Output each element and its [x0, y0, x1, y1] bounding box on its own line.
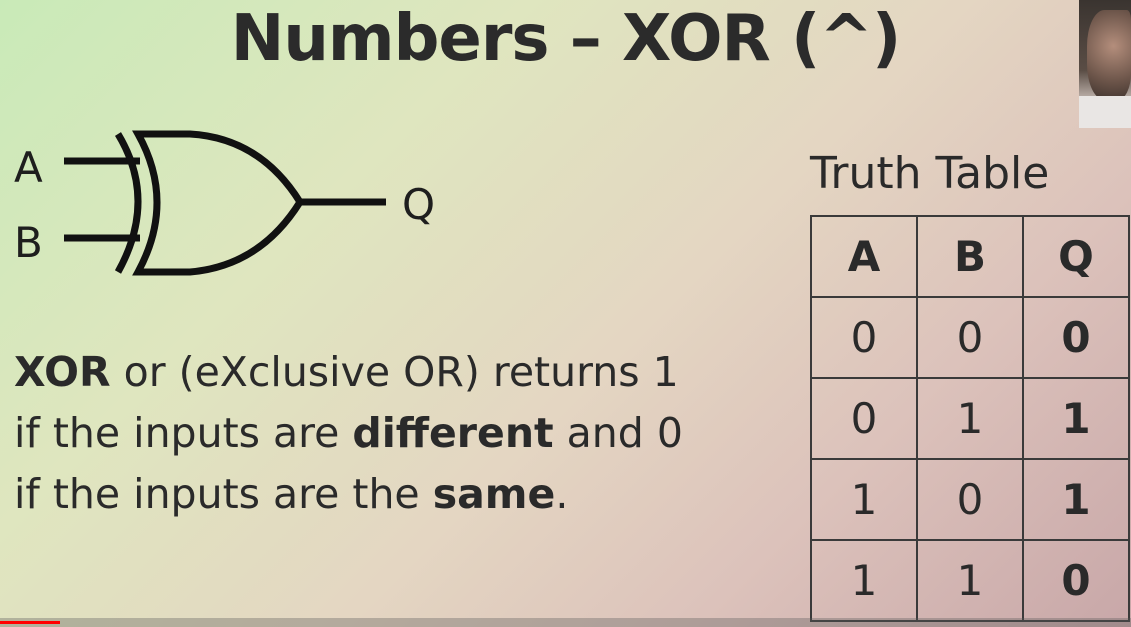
header-q: Q: [1022, 215, 1130, 298]
cell-b: 1: [916, 539, 1024, 622]
description-line-1: XOR or (eXclusive OR) returns 1: [14, 342, 754, 403]
gate-extra-input-curve: [114, 132, 142, 274]
video-progress-played: [0, 621, 60, 624]
truth-table-header-row: A B Q: [810, 215, 1130, 298]
cell-a: 1: [810, 539, 918, 622]
table-row: 1 0 1: [810, 458, 1130, 541]
description-line-3-post: .: [555, 470, 569, 518]
term-xor: XOR: [14, 348, 111, 396]
gate-label-a: A: [14, 143, 43, 192]
video-progress-bar[interactable]: [0, 618, 1131, 627]
description-line-1-text: or (eXclusive OR) returns 1: [110, 348, 679, 396]
presenter-face: [1087, 10, 1131, 100]
table-row: 0 0 0: [810, 296, 1130, 379]
cell-q: 0: [1022, 296, 1130, 379]
cell-b: 1: [916, 377, 1024, 460]
term-different: different: [352, 409, 554, 457]
cell-a: 1: [810, 458, 918, 541]
gate-label-q: Q: [402, 180, 436, 229]
header-a: A: [810, 215, 918, 298]
cell-b: 0: [916, 296, 1024, 379]
cell-a: 0: [810, 377, 918, 460]
table-row: 0 1 1: [810, 377, 1130, 460]
cell-a: 0: [810, 296, 918, 379]
gate-body: [132, 130, 305, 276]
slide-title: Numbers – XOR (^): [230, 2, 901, 76]
description-line-2-post: and 0: [553, 409, 683, 457]
truth-table: A B Q 0 0 0 0 1 1 1 0 1 1 1 0: [810, 215, 1130, 622]
presenter-shirt: [1079, 96, 1131, 128]
cell-q: 0: [1022, 539, 1130, 622]
truth-table-title: Truth Table: [810, 148, 1050, 199]
cell-b: 0: [916, 458, 1024, 541]
description-line-2: if the inputs are different and 0: [14, 403, 754, 464]
cell-q: 1: [1022, 458, 1130, 541]
header-b: B: [916, 215, 1024, 298]
xor-gate-symbol: [64, 130, 386, 276]
presenter-webcam: [1079, 0, 1131, 128]
xor-description: XOR or (eXclusive OR) returns 1 if the i…: [14, 342, 754, 525]
term-same: same: [432, 470, 556, 518]
description-line-3-pre: if the inputs are the: [14, 470, 433, 518]
table-row: 1 1 0: [810, 539, 1130, 622]
gate-label-b: B: [14, 218, 43, 267]
cell-q: 1: [1022, 377, 1130, 460]
description-line-2-pre: if the inputs are: [14, 409, 353, 457]
description-line-3: if the inputs are the same.: [14, 464, 754, 525]
